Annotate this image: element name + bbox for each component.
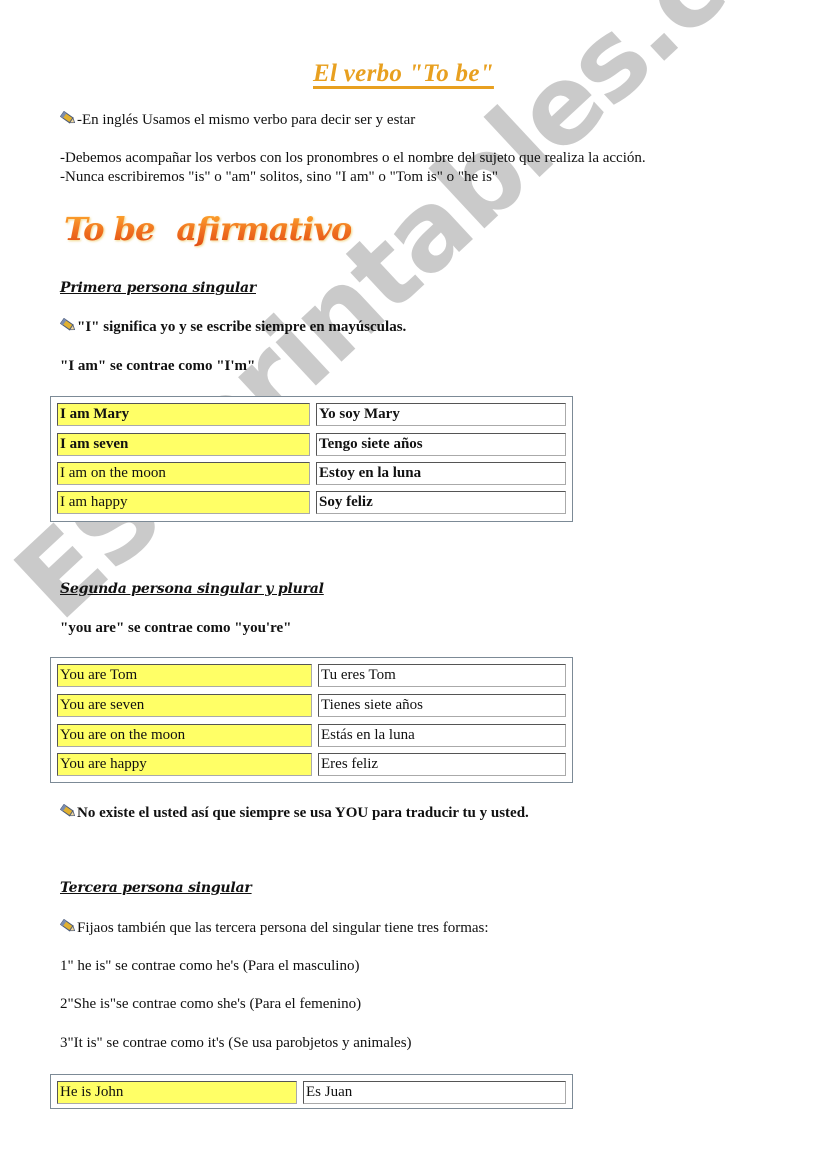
section-heading-primera: Primera persona singular (60, 280, 256, 296)
cell-spanish: Soy feliz (316, 491, 566, 514)
cell-spanish: Yo soy Mary (316, 403, 566, 426)
cell-spanish: Tu eres Tom (318, 664, 566, 687)
section-heading-tercera: Tercera persona singular (60, 880, 252, 896)
pencil-icon (60, 919, 76, 932)
table-row: You are on the moon Estás en la luna (57, 724, 567, 747)
intro-text-1: -En inglés Usamos el mismo verbo para de… (77, 112, 416, 128)
section-heading-segunda: Segunda persona singular y plural (60, 581, 324, 597)
contraction-segunda: "you are" se contrae como "you're" (60, 620, 292, 636)
cell-english: I am on the moon (57, 462, 310, 485)
table-row: I am Mary Yo soy Mary (57, 403, 567, 426)
cell-english: You are on the moon (57, 724, 312, 747)
note-tercera: Fijaos también que las tercera persona d… (60, 919, 489, 937)
cell-english: I am seven (57, 433, 310, 456)
cell-english: I am happy (57, 491, 310, 514)
table-row: He is John Es Juan (57, 1081, 567, 1104)
cell-spanish: Eres feliz (318, 753, 566, 776)
banner-word-1: To be (64, 210, 155, 248)
pencil-icon (60, 111, 76, 124)
cell-spanish: Estás en la luna (318, 724, 566, 747)
cell-spanish: Tienes siete años (318, 694, 566, 717)
cell-english: You are happy (57, 753, 312, 776)
page-title: El verbo "To be" (313, 60, 494, 87)
pencil-icon (60, 318, 76, 331)
intro-line-1: -En inglés Usamos el mismo verbo para de… (60, 111, 415, 129)
section-banner: To be afirmativo (64, 210, 352, 248)
cell-english: You are Tom (57, 664, 312, 687)
cell-spanish: Estoy en la luna (316, 462, 566, 485)
table-row: I am seven Tengo siete años (57, 433, 567, 456)
table-row: I am on the moon Estoy en la luna (57, 462, 567, 485)
cell-spanish: Es Juan (303, 1081, 566, 1104)
intro-line-3: -Nunca escribiremos "is" o "am" solitos,… (60, 169, 499, 185)
note-text: "I" significa yo y se escribe siempre en… (77, 319, 407, 335)
table-row: You are Tom Tu eres Tom (57, 664, 567, 687)
form-item: 3"It is" se contrae como it's (Se usa pa… (60, 1035, 412, 1051)
note-segunda: No existe el usted así que siempre se us… (60, 804, 529, 822)
contraction-primera: "I am" se contrae como "I'm" (60, 358, 256, 374)
table-segunda: You are Tom Tu eres Tom You are seven Ti… (50, 657, 573, 783)
cell-english: I am Mary (57, 403, 310, 426)
cell-english: You are seven (57, 694, 312, 717)
table-primera: I am Mary Yo soy Mary I am seven Tengo s… (50, 396, 573, 522)
banner-word-2: afirmativo (176, 210, 352, 248)
table-row: I am happy Soy feliz (57, 491, 567, 514)
cell-english: He is John (57, 1081, 297, 1104)
form-item: 1" he is" se contrae como he's (Para el … (60, 958, 360, 974)
form-item: 2"She is"se contrae como she's (Para el … (60, 996, 362, 1012)
cell-spanish: Tengo siete años (316, 433, 566, 456)
intro-line-2: -Debemos acompañar los verbos con los pr… (60, 150, 646, 166)
note-text: Fijaos también que las tercera persona d… (77, 920, 489, 936)
table-row: You are happy Eres feliz (57, 753, 567, 776)
table-tercera: He is John Es Juan (50, 1074, 573, 1109)
pencil-icon (60, 804, 76, 817)
table-row: You are seven Tienes siete años (57, 694, 567, 717)
note-text: No existe el usted así que siempre se us… (77, 805, 529, 821)
note-primera: "I" significa yo y se escribe siempre en… (60, 318, 406, 336)
